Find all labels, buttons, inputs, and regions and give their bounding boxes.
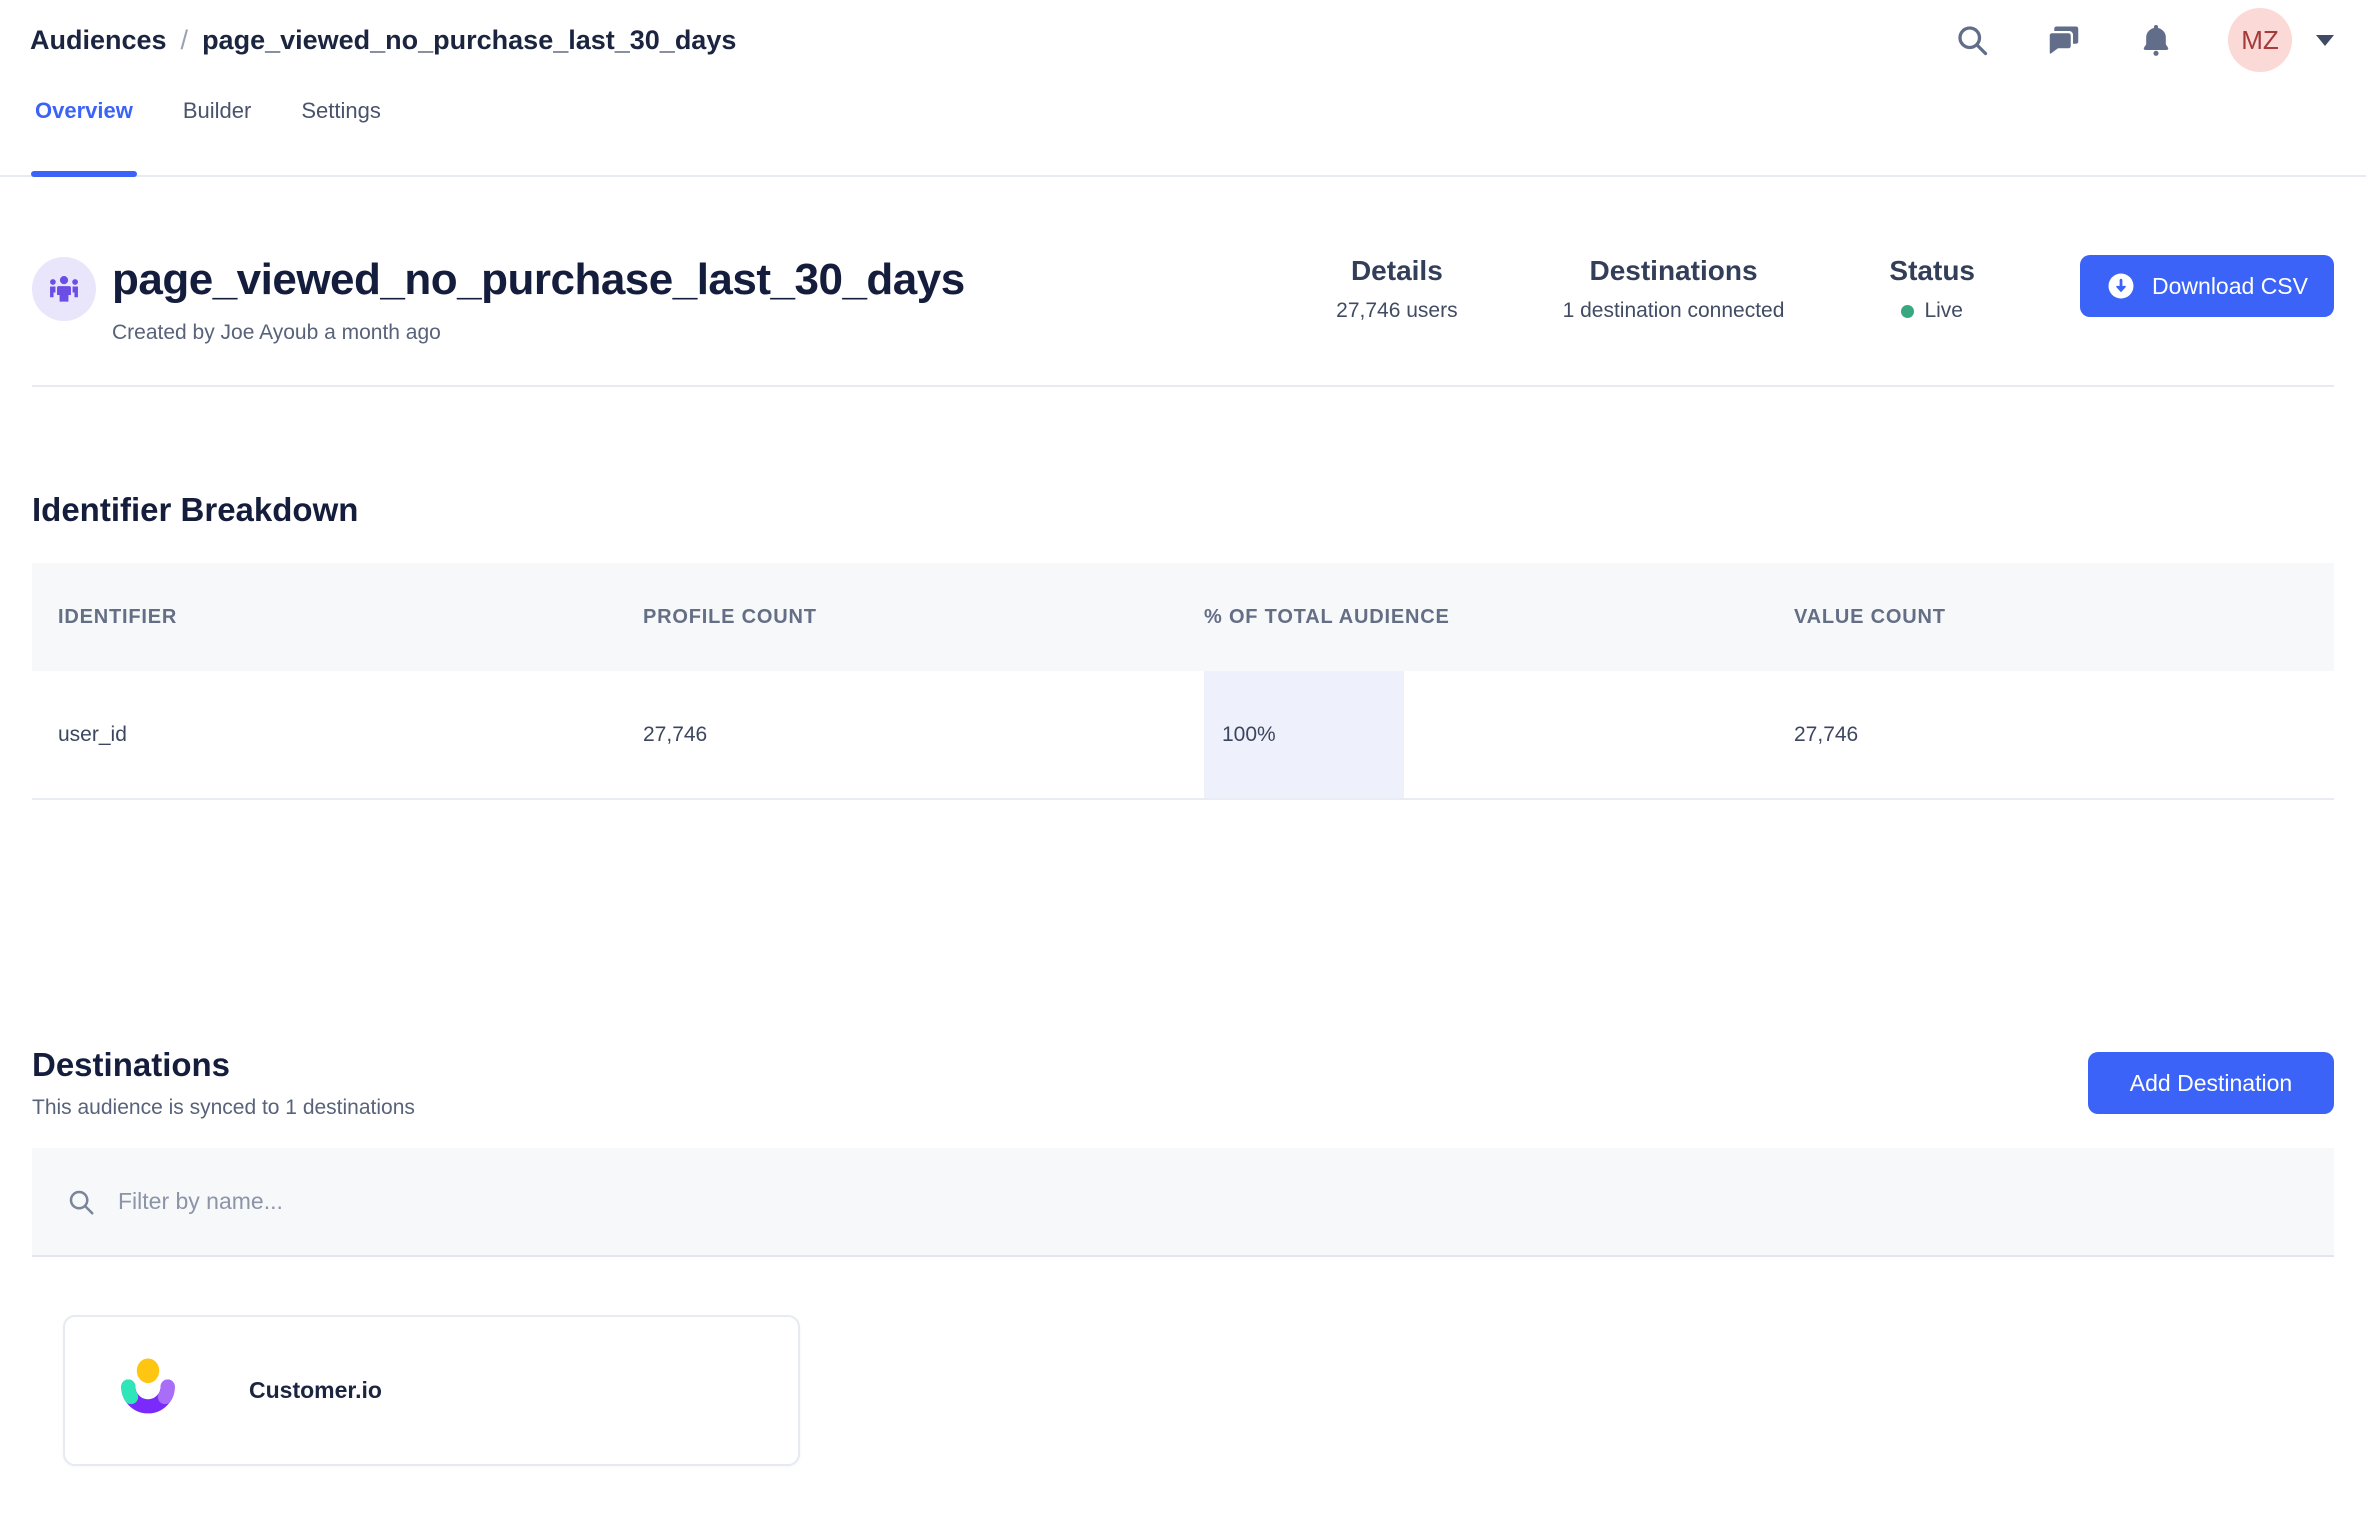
column-header-profile-count: PROFILE COUNT [617,606,1178,629]
audience-title-group: page_viewed_no_purchase_last_30_days Cre… [32,255,965,345]
add-destination-button[interactable]: Add Destination [2088,1052,2334,1114]
destinations-subtitle: This audience is synced to 1 destination… [32,1096,415,1120]
notifications-bell-icon[interactable] [2136,20,2176,60]
stat-destinations: Destinations 1 destination connected [1563,255,1785,323]
destination-name: Customer.io [249,1377,382,1404]
table-header-row: IDENTIFIER PROFILE COUNT % OF TOTAL AUDI… [32,563,2334,671]
top-bar: Audiences / page_viewed_no_purchase_last… [0,0,2366,80]
stat-status: Status Live [1889,255,1975,323]
audience-stats: Details 27,746 users Destinations 1 dest… [1336,255,2334,323]
chevron-down-icon [2314,33,2336,47]
download-csv-button[interactable]: Download CSV [2080,255,2334,317]
stat-details-value: 27,746 users [1336,299,1457,323]
status-badge: Live [1889,299,1975,323]
breadcrumb-audiences-link[interactable]: Audiences [30,25,167,56]
tab-settings[interactable]: Settings [301,80,381,175]
cell-profile-count: 27,746 [617,671,1178,798]
identifier-breakdown-section: Identifier Breakdown IDENTIFIER PROFILE … [0,491,2366,800]
tab-builder-label: Builder [183,98,251,123]
tab-overview[interactable]: Overview [35,80,133,175]
download-csv-label: Download CSV [2152,273,2308,300]
stat-destinations-value: 1 destination connected [1563,299,1785,323]
tab-bar: Overview Builder Settings [0,80,2366,177]
stat-details: Details 27,746 users [1336,255,1457,323]
cell-identifier: user_id [32,671,617,798]
avatar[interactable]: MZ [2228,8,2292,72]
table-row: user_id 27,746 100% 27,746 [32,671,2334,800]
destination-filter-bar [32,1148,2334,1257]
created-by-text: Created by Joe Ayoub a month ago [112,321,965,345]
destinations-header: Destinations This audience is synced to … [32,1046,2334,1120]
status-live-dot [1901,305,1914,318]
stat-details-label: Details [1336,255,1457,287]
cell-value-count: 27,746 [1768,671,2334,798]
cell-pct-of-total: 100% [1178,671,1768,798]
chat-icon[interactable] [2044,20,2084,60]
page-title: page_viewed_no_purchase_last_30_days [112,255,965,305]
column-header-pct-of-total: % OF TOTAL AUDIENCE [1178,606,1768,629]
pct-highlight-cell: 100% [1204,671,1404,798]
audience-people-icon [32,257,96,321]
customerio-logo [113,1355,183,1427]
column-header-identifier: IDENTIFIER [32,606,617,629]
breadcrumb-separator: / [181,25,189,56]
identifier-breakdown-heading: Identifier Breakdown [32,491,2334,529]
audience-title-text: page_viewed_no_purchase_last_30_days Cre… [112,255,965,345]
filter-by-name-input[interactable] [118,1188,2300,1215]
search-icon[interactable] [1952,20,1992,60]
destinations-heading: Destinations [32,1046,415,1084]
top-actions: MZ [1952,8,2336,72]
tab-builder[interactable]: Builder [183,80,251,175]
download-icon [2106,271,2136,301]
destinations-heading-group: Destinations This audience is synced to … [32,1046,415,1120]
user-menu[interactable]: MZ [2228,8,2336,72]
destinations-section: Destinations This audience is synced to … [0,1046,2366,1466]
status-live-text: Live [1924,299,1963,323]
tab-settings-label: Settings [301,98,381,123]
breadcrumb: Audiences / page_viewed_no_purchase_last… [30,25,736,56]
section-divider [32,385,2334,387]
stat-destinations-label: Destinations [1563,255,1785,287]
breadcrumb-current-page: page_viewed_no_purchase_last_30_days [202,25,736,56]
filter-search-icon [66,1187,96,1217]
tab-overview-label: Overview [35,98,133,123]
column-header-value-count: VALUE COUNT [1768,606,2334,629]
active-tab-underline [31,171,137,177]
audience-header: page_viewed_no_purchase_last_30_days Cre… [0,255,2366,345]
stat-status-label: Status [1889,255,1975,287]
identifier-breakdown-table: IDENTIFIER PROFILE COUNT % OF TOTAL AUDI… [32,563,2334,800]
destination-card-customerio[interactable]: Customer.io [63,1315,800,1466]
